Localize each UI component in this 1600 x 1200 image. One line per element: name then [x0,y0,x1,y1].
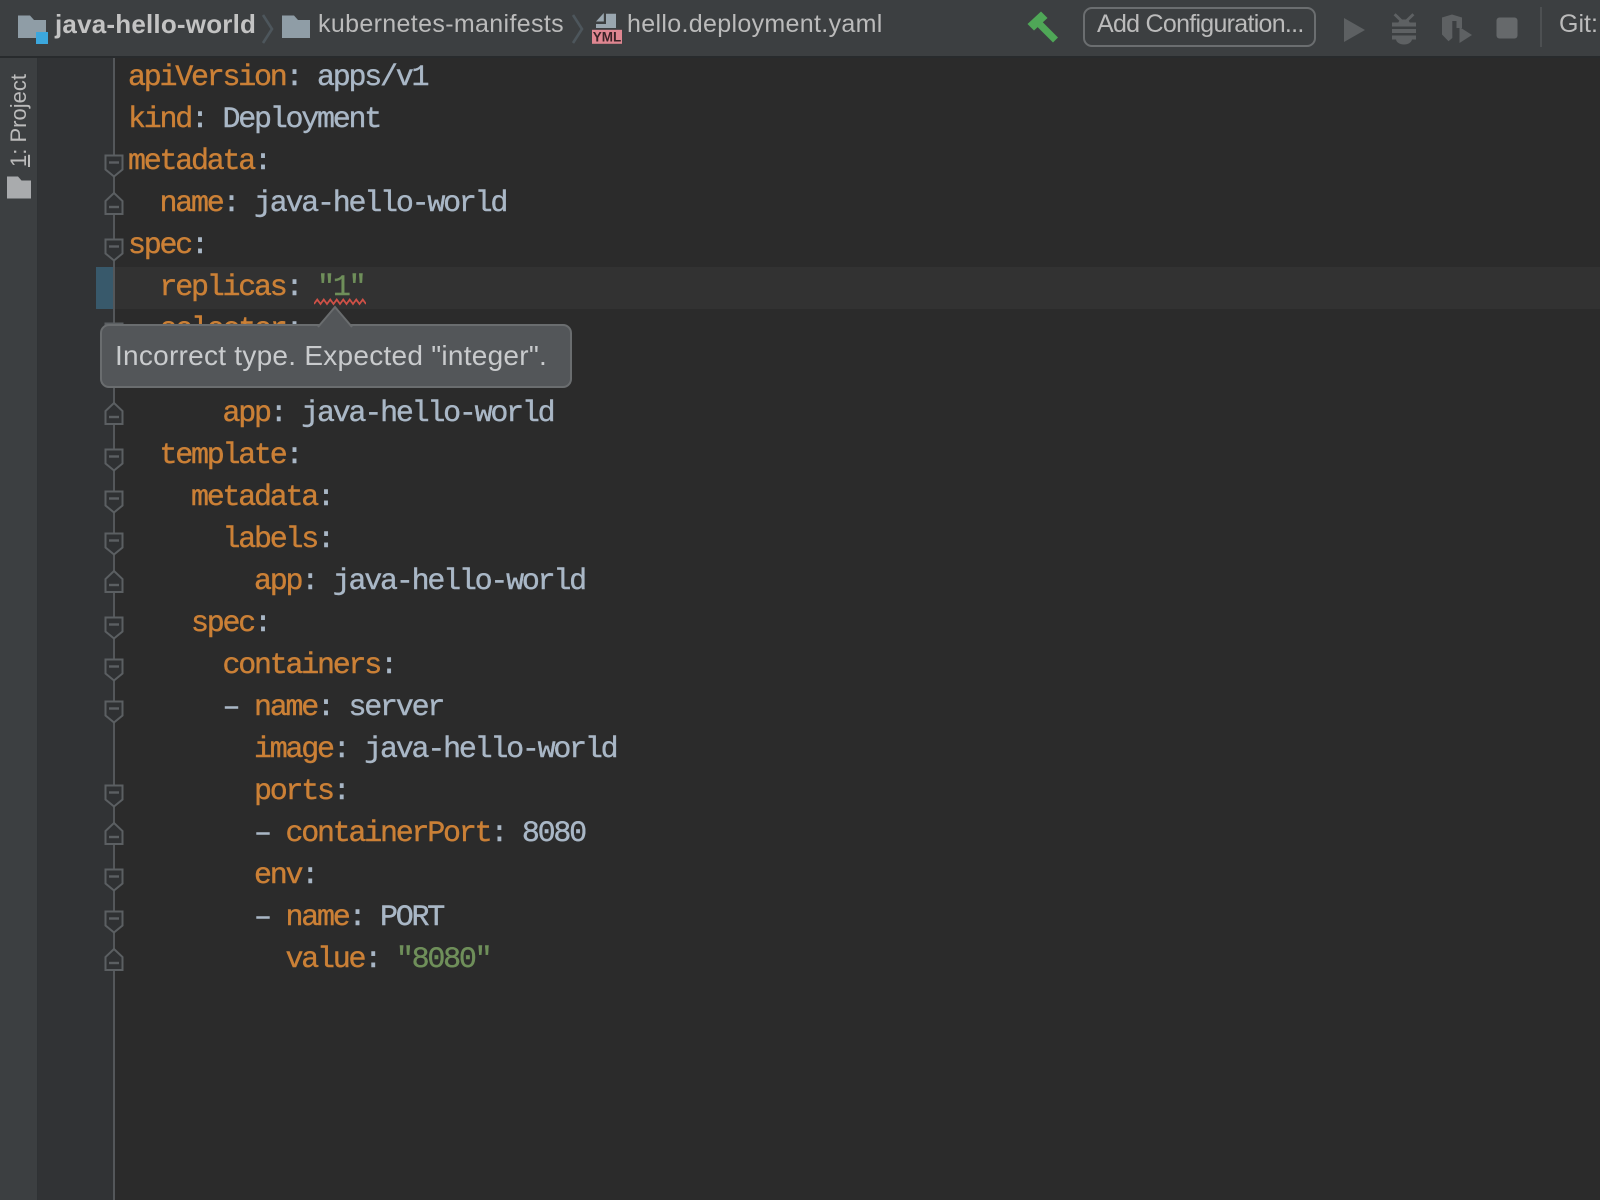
svg-text:YML: YML [593,29,622,44]
